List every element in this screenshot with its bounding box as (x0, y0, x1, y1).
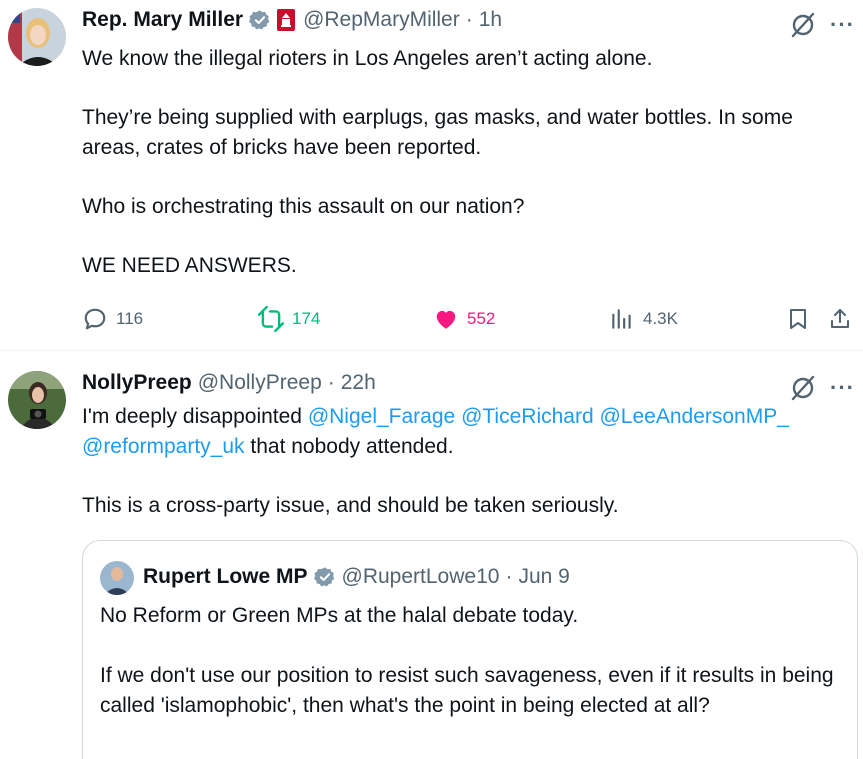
reply-button[interactable]: 116 (82, 306, 143, 332)
tweet-header: NollyPreep @NollyPreep · 22h (82, 371, 376, 395)
handle[interactable]: @NollyPreep (198, 371, 322, 395)
mention-link[interactable]: @Nigel_Farage (308, 405, 455, 428)
text-run: I'm deeply disappointed (82, 405, 308, 428)
avatar[interactable] (8, 8, 66, 66)
quote-avatar[interactable] (100, 561, 134, 595)
tweet-paragraph: If we don't use our position to resist s… (100, 664, 834, 717)
tweet-paragraph: Who is orchestrating this assault on our… (82, 195, 525, 218)
text-run: that nobody attended. (244, 435, 454, 458)
like-count: 552 (467, 309, 496, 328)
handle[interactable]: @RupertLowe10 (342, 565, 500, 589)
tweet-paragraph: @reformparty_uk that nobody attended. (82, 432, 852, 462)
repost-button[interactable]: 174 (258, 306, 320, 332)
display-name[interactable]: Rep. Mary Miller (82, 8, 243, 32)
views-icon (612, 309, 631, 329)
tweet-paragraph: We know the illegal rioters in Los Angel… (82, 47, 653, 70)
timestamp[interactable]: 1h (479, 8, 502, 32)
mention-link[interactable]: @reformparty_uk (82, 435, 245, 458)
separator-dot: · (465, 8, 473, 31)
avatar[interactable] (8, 371, 66, 429)
grok-icon[interactable] (790, 375, 816, 401)
handle[interactable]: @RepMaryMiller (303, 8, 460, 32)
tweet-text: We know the illegal rioters in Los Angel… (82, 44, 842, 281)
verified-badge-icon[interactable] (313, 566, 336, 588)
quoted-tweet-card[interactable]: Rupert Lowe MP @RupertLowe10 · Jun 9 No … (82, 540, 858, 759)
bookmark-button[interactable] (786, 306, 818, 332)
quote-text: No Reform or Green MPs at the halal deba… (100, 601, 845, 721)
mention-link[interactable]: @TiceRichard (461, 405, 594, 428)
verified-badge-icon[interactable] (249, 9, 271, 31)
like-button[interactable]: 552 (433, 306, 495, 332)
views-button[interactable]: 4.3K (609, 306, 678, 332)
tweet-paragraph: They’re being supplied with earplugs, ga… (82, 106, 793, 159)
bookmark-icon (790, 309, 806, 329)
tweet-header: Rep. Mary Miller @RepMaryMiller · 1h (82, 8, 502, 32)
timestamp[interactable]: Jun 9 (518, 565, 569, 589)
tweet-paragraph: No Reform or Green MPs at the halal deba… (100, 604, 579, 627)
repost-icon (258, 306, 284, 332)
separator-dot: · (327, 371, 335, 394)
quote-header: Rupert Lowe MP @RupertLowe10 · Jun 9 (143, 565, 570, 589)
tweet-action-bar: 116 174 552 4.3K (0, 302, 863, 338)
more-icon[interactable]: ··· (830, 14, 855, 36)
tweet-text: I'm deeply disappointed @Nigel_Farage @T… (82, 402, 852, 521)
share-icon (831, 309, 849, 328)
mention-link[interactable]: @LeeAndersonMP_ (599, 405, 788, 428)
display-name[interactable]: Rupert Lowe MP (143, 565, 308, 589)
share-button[interactable] (828, 306, 860, 332)
tweet-rep-mary-miller[interactable]: Rep. Mary Miller @RepMaryMiller · 1h ···… (0, 0, 863, 350)
like-icon (436, 310, 456, 329)
tweet-top-actions: ··· (790, 375, 855, 401)
display-name[interactable]: NollyPreep (82, 371, 192, 395)
repost-count: 174 (292, 309, 321, 328)
separator-dot: · (505, 565, 513, 588)
reply-icon (84, 308, 106, 330)
tweet-paragraph: WE NEED ANSWERS. (82, 254, 297, 277)
timestamp[interactable]: 22h (341, 371, 376, 395)
tweet-top-actions: ··· (790, 12, 855, 38)
tweet-paragraph: This is a cross-party issue, and should … (82, 494, 619, 517)
tweet-paragraph: I'm deeply disappointed @Nigel_Farage @T… (82, 402, 852, 432)
reply-count: 116 (116, 309, 144, 328)
views-count: 4.3K (643, 309, 678, 328)
congress-badge-icon[interactable] (277, 9, 296, 31)
more-icon[interactable]: ··· (830, 377, 855, 399)
grok-icon[interactable] (790, 12, 816, 38)
